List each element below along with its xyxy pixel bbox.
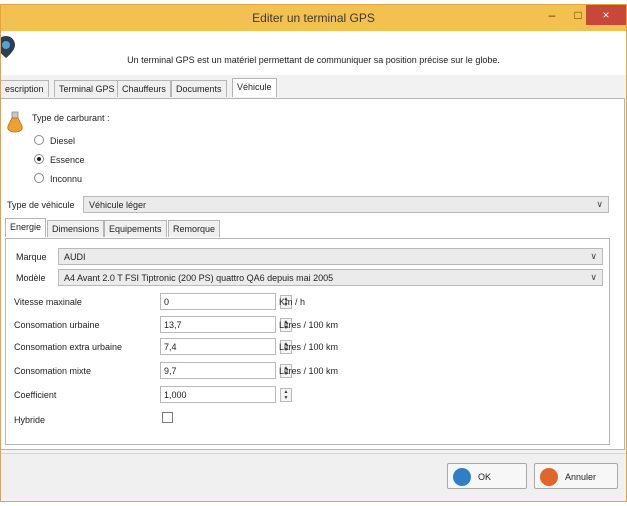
main-tab-strip: escription Terminal GPS Chauffeurs Docum…: [1, 78, 626, 100]
mixed-consumption-input[interactable]: 9,7 ▲ ▼: [160, 362, 292, 379]
coefficient-input[interactable]: 1,000 ▲ ▼: [160, 386, 292, 403]
vehicle-type-value: Véhicule léger: [89, 200, 147, 210]
extra-urban-consumption-unit: Litres / 100 km: [279, 342, 339, 352]
brand-value: AUDI: [64, 252, 86, 262]
tab-remorque[interactable]: Remorque: [168, 220, 221, 237]
fuel-type-label: Type de carburant :: [32, 113, 110, 123]
ok-button-label: OK: [478, 472, 492, 482]
hybrid-label: Hybride: [14, 415, 46, 425]
tab-vehicule[interactable]: Véhicule: [232, 78, 277, 97]
tab-equipements[interactable]: Equipements: [104, 220, 167, 237]
vehicle-type-select[interactable]: Véhicule léger ∨: [83, 196, 609, 213]
fuel-flask-icon: [5, 111, 25, 133]
brand-label: Marque: [16, 252, 47, 262]
chevron-down-icon: ∨: [590, 272, 597, 282]
coefficient-spinner[interactable]: ▲ ▼: [280, 388, 292, 402]
urban-consumption-input[interactable]: 13,7 ▲ ▼: [160, 316, 292, 333]
max-speed-input[interactable]: 0 ▲ ▼: [160, 293, 292, 310]
gps-terminal-dialog: Editer un terminal GPS – □ × Un terminal…: [0, 4, 627, 502]
mixed-consumption-unit: Litres / 100 km: [279, 366, 339, 376]
model-value: A4 Avant 2.0 T FSI Tiptronic (200 PS) qu…: [64, 273, 334, 283]
urban-consumption-unit: Litres / 100 km: [279, 320, 339, 330]
extra-urban-consumption-label: Consomation extra urbaine: [14, 342, 123, 352]
close-button[interactable]: ×: [586, 5, 626, 25]
header-band: Un terminal GPS est un matériel permetta…: [1, 31, 626, 75]
radio-diesel-label: Diesel: [50, 136, 76, 146]
radio-essence[interactable]: [34, 154, 44, 164]
model-select[interactable]: A4 Avant 2.0 T FSI Tiptronic (200 PS) qu…: [58, 269, 603, 286]
dialog-description: Un terminal GPS est un matériel permetta…: [127, 55, 500, 65]
tab-energie[interactable]: Energie: [5, 218, 47, 237]
model-label: Modèle: [16, 273, 46, 283]
radio-inconnu[interactable]: [34, 173, 44, 183]
tab-chauffeurs[interactable]: Chauffeurs: [117, 80, 171, 97]
extra-urban-consumption-input[interactable]: 7,4 ▲ ▼: [160, 338, 292, 355]
globe-check-icon: [453, 468, 471, 486]
cancel-circle-icon: [540, 468, 558, 486]
max-speed-value: 0: [164, 297, 170, 307]
tab-documents[interactable]: Documents: [171, 80, 227, 97]
radio-inconnu-label: Inconnu: [50, 174, 83, 184]
radio-diesel[interactable]: [34, 135, 44, 145]
tab-terminal-gps[interactable]: Terminal GPS: [54, 80, 120, 97]
max-speed-unit: Km / h: [279, 297, 306, 307]
coefficient-value: 1,000: [164, 390, 187, 400]
max-speed-label: Vitesse maxinale: [14, 297, 82, 307]
urban-consumption-label: Consomation urbaine: [14, 320, 100, 330]
urban-consumption-value: 13,7: [164, 320, 182, 330]
extra-urban-consumption-value: 7,4: [164, 342, 177, 352]
cancel-button-label: Annuler: [565, 472, 597, 482]
ok-button[interactable]: OK: [447, 463, 527, 489]
mixed-consumption-label: Consomation mixte: [14, 366, 92, 376]
window-title: Editer un terminal GPS: [252, 11, 375, 25]
energy-tab-strip: Energie Dimensions Equipements Remorque: [5, 218, 305, 240]
energy-panel: Marque AUDI ∨ Modèle A4 Avant 2.0 T FSI …: [5, 238, 610, 445]
radio-essence-label: Essence: [50, 155, 85, 165]
dialog-footer: OK Annuler: [1, 453, 626, 498]
coefficient-label: Coefficient: [14, 390, 57, 400]
vehicle-type-label: Type de véhicule: [7, 200, 75, 210]
tab-description[interactable]: escription: [1, 80, 49, 97]
cancel-button[interactable]: Annuler: [534, 463, 618, 489]
chevron-down-icon: ∨: [596, 199, 603, 209]
tab-dimensions[interactable]: Dimensions: [47, 220, 105, 237]
mixed-consumption-value: 9,7: [164, 366, 177, 376]
vehicle-panel: Type de carburant : Diesel Essence Incon…: [1, 98, 625, 450]
minimize-button[interactable]: –: [539, 5, 565, 25]
title-bar[interactable]: Editer un terminal GPS – □ ×: [1, 5, 626, 31]
hybrid-checkbox[interactable]: [162, 412, 173, 423]
chevron-down-icon: ∨: [590, 251, 597, 261]
brand-select[interactable]: AUDI ∨: [58, 248, 603, 265]
